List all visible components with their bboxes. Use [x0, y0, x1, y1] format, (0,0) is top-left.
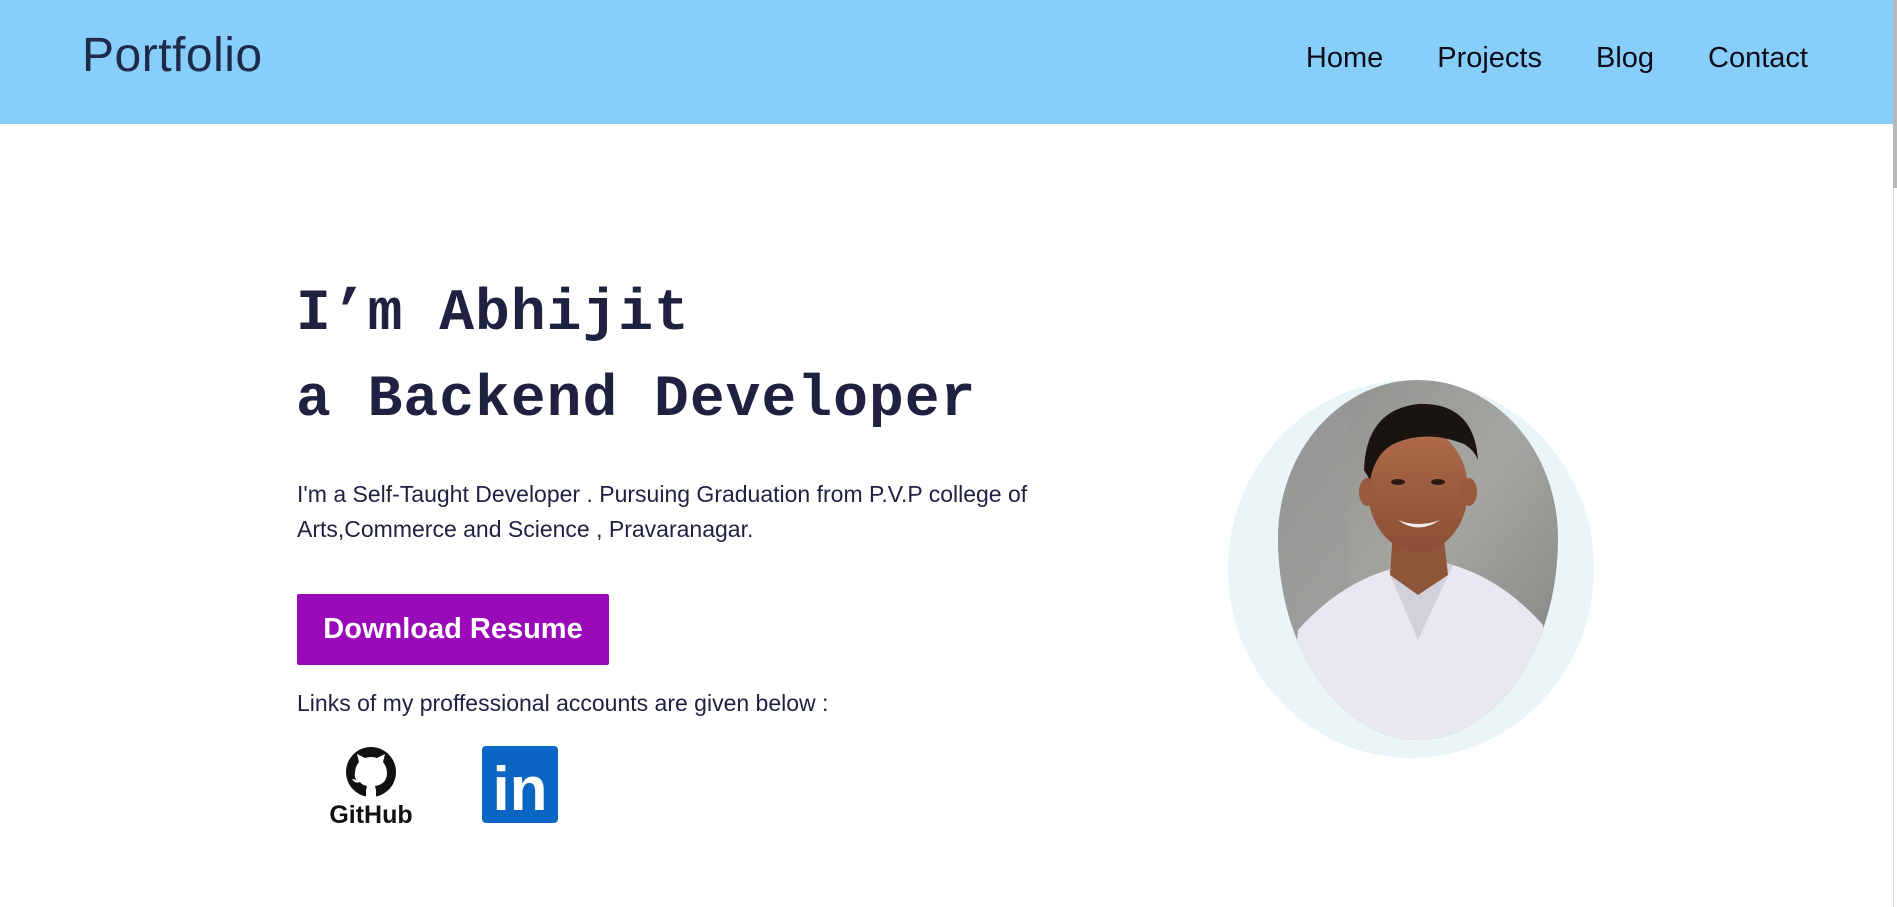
hero-title-line-1: I’m Abhijit — [296, 282, 690, 347]
linkedin-logo-icon: in — [482, 746, 558, 824]
nav-contact[interactable]: Contact — [1708, 42, 1808, 75]
navbar: Portfolio Home Projects Blog Contact — [0, 0, 1893, 124]
github-logo-text: GitHub — [329, 801, 412, 826]
scrollbar-thumb[interactable] — [1893, 0, 1897, 188]
linkedin-logo-text: in — [492, 755, 547, 823]
linkedin-link[interactable]: in — [482, 746, 558, 824]
download-resume-button[interactable]: Download Resume — [297, 594, 609, 665]
github-link[interactable]: GitHub — [324, 746, 418, 829]
nav-blog[interactable]: Blog — [1596, 42, 1654, 75]
github-logo-icon: GitHub — [329, 747, 413, 829]
hero-title-line-2: a Backend Developer — [296, 368, 977, 433]
brand-logo[interactable]: Portfolio — [82, 28, 263, 83]
nav-home[interactable]: Home — [1306, 42, 1383, 75]
scrollbar[interactable] — [1893, 0, 1897, 907]
hero-title: I’m Abhijit a Backend Developer — [296, 272, 976, 444]
nav-menu: Home Projects Blog Contact — [1306, 42, 1808, 75]
page: Portfolio Home Projects Blog Contact I’m… — [0, 0, 1897, 907]
intro-text: I'm a Self-Taught Developer . Pursuing G… — [297, 481, 1028, 542]
links-caption: Links of my proffessional accounts are g… — [297, 690, 829, 716]
nav-projects[interactable]: Projects — [1437, 42, 1542, 75]
